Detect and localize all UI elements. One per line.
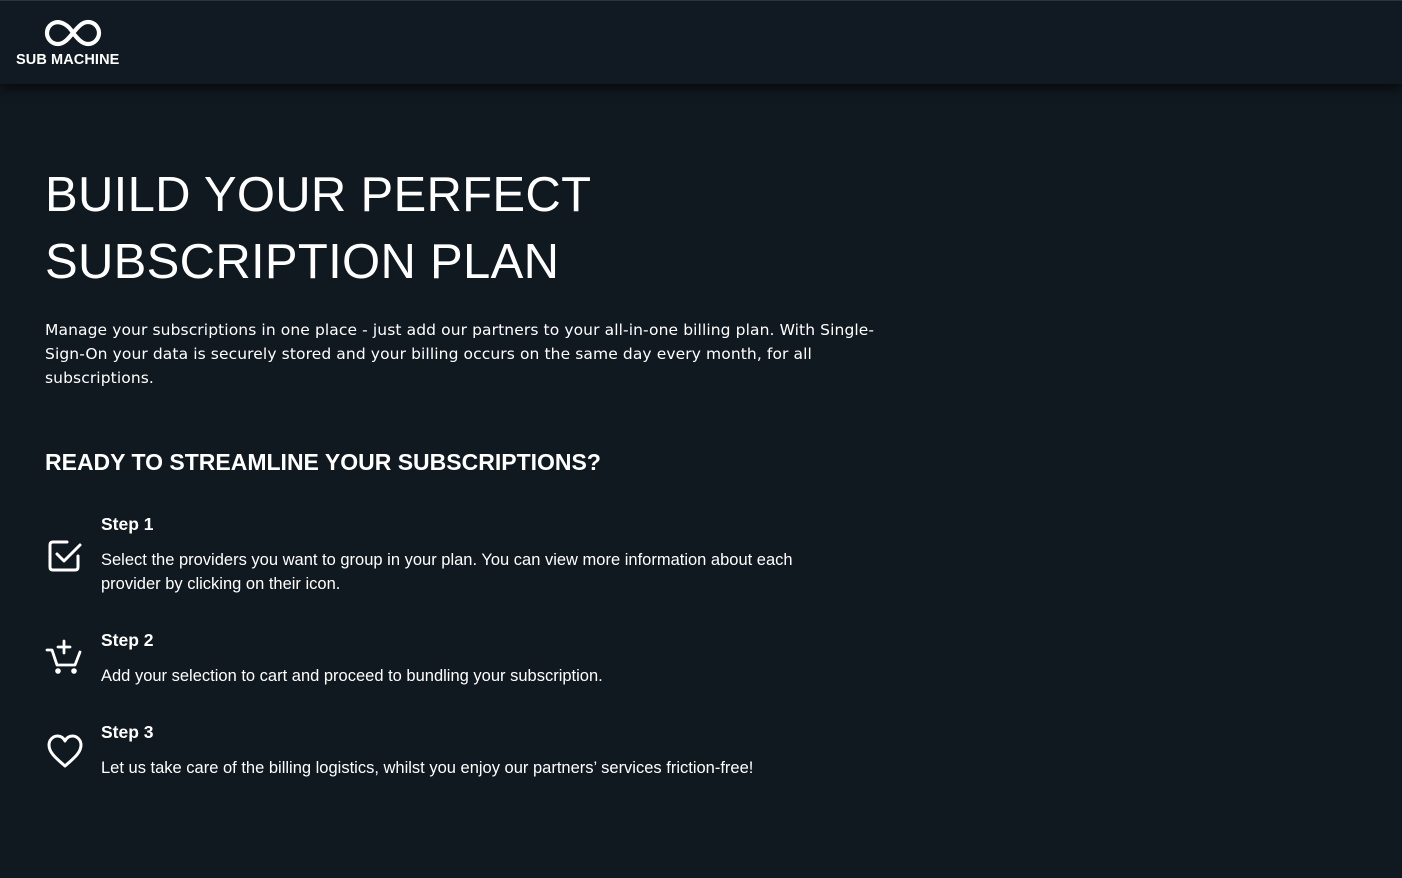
step-2-description: Add your selection to cart and proceed t…: [101, 667, 603, 685]
page-title: BUILD YOUR PERFECT SUBSCRIPTION PLAN: [45, 162, 745, 296]
step-3-title: Step 3: [101, 722, 154, 742]
intro-paragraph: Manage your subscriptions in one place -…: [45, 321, 875, 387]
steps-heading: READY TO STREAMLINE YOUR SUBSCRIPTIONS?: [45, 449, 601, 475]
step-2-title: Step 2: [101, 630, 154, 650]
page-title-line-2: SUBSCRIPTION PLAN: [45, 235, 560, 289]
site-header: SUB MACHINE: [0, 0, 1402, 84]
step-1-description: Select the providers you want to group i…: [101, 551, 793, 593]
heart-icon: [47, 734, 83, 768]
infinity-icon: [44, 19, 102, 47]
add-to-cart-icon: [45, 639, 82, 674]
brand-logo-link[interactable]: SUB MACHINE: [16, 15, 132, 71]
checkbox-checked-icon: [48, 540, 82, 572]
step-1-title: Step 1: [101, 514, 154, 534]
page-title-line-1: BUILD YOUR PERFECT: [45, 168, 592, 222]
brand-name: SUB MACHINE: [16, 52, 120, 68]
step-3-description: Let us take care of the billing logistic…: [101, 759, 754, 777]
